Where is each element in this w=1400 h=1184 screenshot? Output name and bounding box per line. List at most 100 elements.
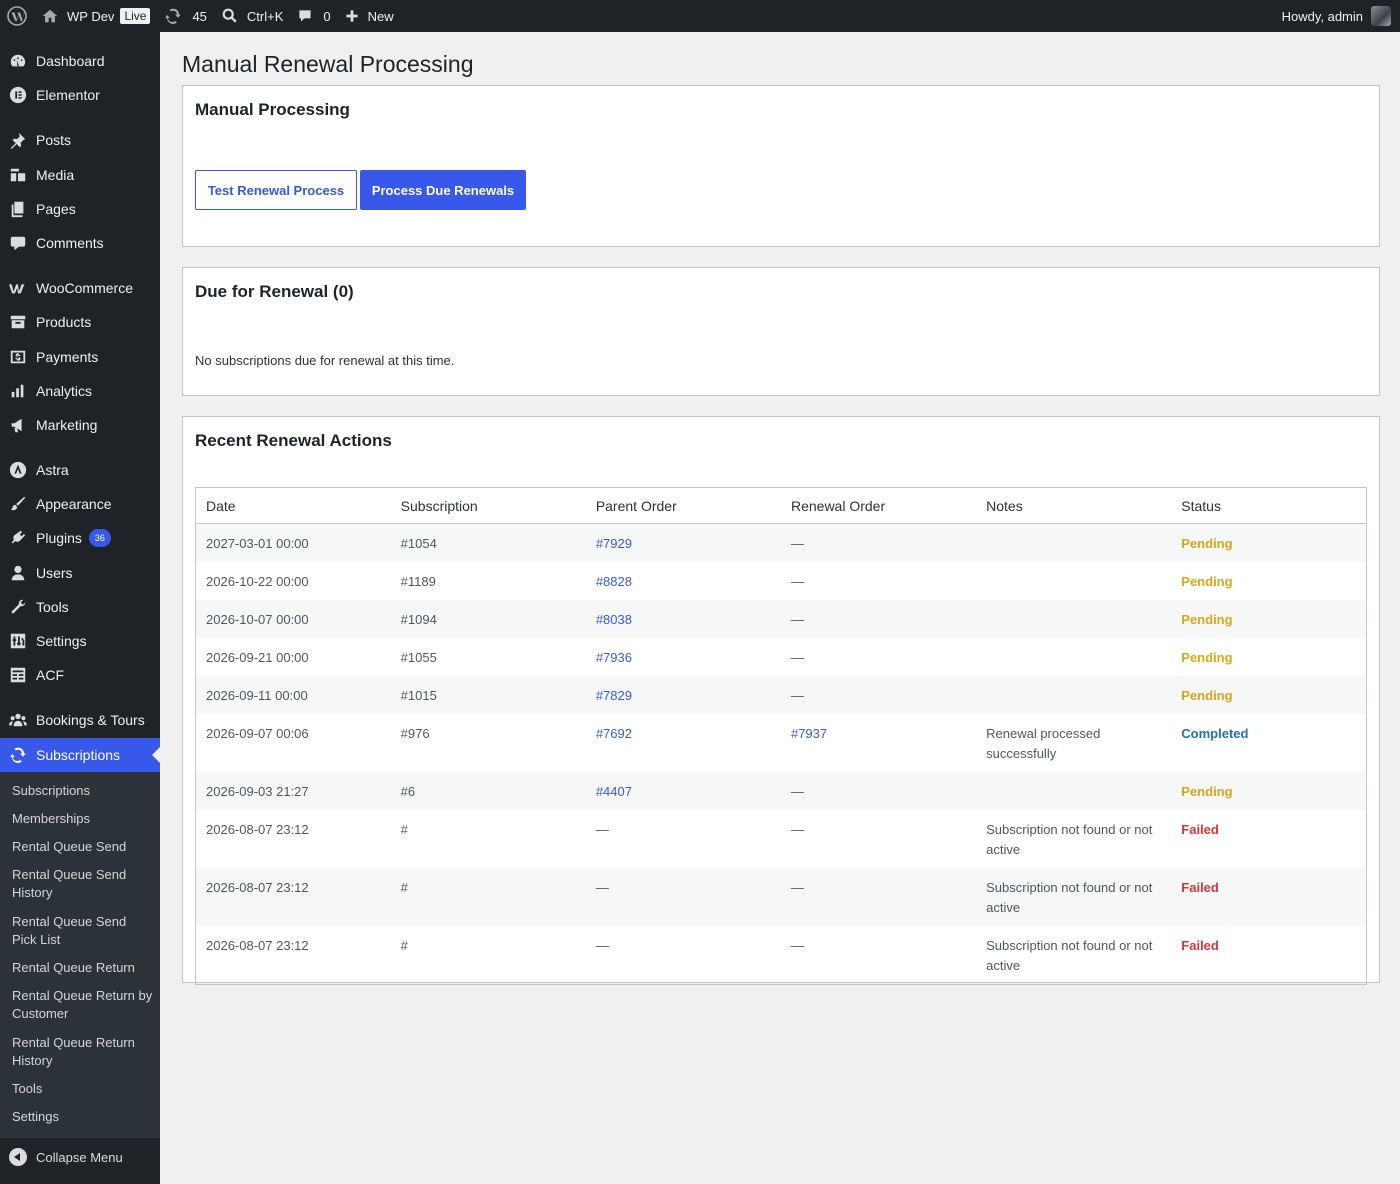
acf-icon <box>10 667 26 683</box>
submenu-item-rental-queue-return-history[interactable]: Rental Queue Return History <box>12 1034 154 1070</box>
woo-icon <box>9 284 25 294</box>
notes-text: Subscription not found or not active <box>986 822 1153 857</box>
site-name-menu[interactable]: WP Dev Live <box>34 0 157 32</box>
test-renewal-button[interactable]: Test Renewal Process <box>195 170 357 210</box>
subscription-cell: #1094 <box>390 600 586 638</box>
date-cell: 2026-10-07 00:00 <box>195 600 391 638</box>
submenu-item-memberships[interactable]: Memberships <box>12 810 154 828</box>
sidebar-item-analytics[interactable]: Analytics <box>0 374 160 408</box>
renewal-order-cell: #7937 <box>781 714 976 772</box>
process-due-renewals-button[interactable]: Process Due Renewals <box>360 170 526 210</box>
submenu-item-rental-queue-return-by-customer[interactable]: Rental Queue Return by Customer <box>12 987 154 1023</box>
archive-icon <box>10 315 26 329</box>
collapse-menu-label: Collapse Menu <box>36 1149 123 1165</box>
status-text: Completed <box>1181 726 1249 741</box>
submenu-item-rental-queue-send-history[interactable]: Rental Queue Send History <box>12 866 154 902</box>
sidebar-item-elementor[interactable]: Elementor <box>0 78 160 112</box>
sidebar-item-settings[interactable]: Settings <box>0 624 160 658</box>
renewal-order-text: — <box>790 574 804 589</box>
sidebar-item-label: Subscriptions <box>36 747 121 763</box>
subscription-text: #6 <box>400 784 416 799</box>
notes-cell <box>976 523 1172 562</box>
submenu-item-rental-queue-send-pick-list[interactable]: Rental Queue Send Pick List <box>12 913 154 949</box>
new-content-menu[interactable]: New <box>338 0 401 32</box>
sidebar-item-marketing[interactable]: Marketing <box>0 408 160 442</box>
status-cell: Pending <box>1171 772 1367 810</box>
renewal-order-link[interactable]: #7937 <box>791 726 827 741</box>
date-text: 2026-09-11 00:00 <box>206 688 308 703</box>
updates-menu[interactable]: 45 <box>157 0 213 32</box>
megaphone-icon <box>11 418 22 433</box>
parent-order-cell: — <box>586 926 781 985</box>
submenu-item-settings[interactable]: Settings <box>12 1108 154 1126</box>
sidebar-item-woocommerce[interactable]: WooCommerce <box>0 271 160 305</box>
sidebar-item-users[interactable]: Users <box>0 556 160 590</box>
sidebar-item-products[interactable]: Products <box>0 305 160 339</box>
renewal-order-text: — <box>790 822 804 837</box>
submenu-item-subscriptions[interactable]: Subscriptions <box>12 782 154 800</box>
submenu-item-tools[interactable]: Tools <box>12 1080 154 1098</box>
sidebar-item-plugins[interactable]: Plugins 36 <box>0 521 160 555</box>
admin-sidebar: Dashboard Elementor Posts Media Pages Co… <box>0 32 160 1184</box>
comment-icon <box>10 236 26 251</box>
sidebar-item-dashboard[interactable]: Dashboard <box>0 44 160 78</box>
column-header-parent-order: Parent Order <box>585 487 781 524</box>
updates-count: 45 <box>192 8 207 24</box>
table-row: 2026-08-07 23:12 # — — Subscription not foun… <box>195 868 1367 926</box>
comments-menu[interactable]: 0 <box>290 0 337 32</box>
sidebar-item-pages[interactable]: Pages <box>0 192 160 226</box>
command-search[interactable]: Ctrl+K <box>214 0 290 32</box>
parent-order-link[interactable]: #8828 <box>596 574 632 589</box>
sidebar-item-appearance[interactable]: Appearance <box>0 487 160 521</box>
parent-order-link[interactable]: #7692 <box>596 726 632 741</box>
parent-order-cell: #7929 <box>585 523 781 562</box>
sidebar-item-payments[interactable]: Payments <box>0 340 160 374</box>
recent-renewal-actions-heading: Recent Renewal Actions <box>195 431 392 450</box>
sidebar-item-astra[interactable]: Astra <box>0 453 160 487</box>
sidebar-item-acf[interactable]: ACF <box>0 658 160 692</box>
recent-renewal-actions-card: Recent Renewal Actions Date Subscription… <box>182 416 1380 985</box>
sidebar-item-comments[interactable]: Comments <box>0 226 160 260</box>
subscription-cell: #6 <box>390 772 586 810</box>
my-account-menu[interactable]: Howdy, admin <box>1282 0 1400 32</box>
sliders-icon <box>10 633 26 649</box>
pages-icon <box>11 201 24 218</box>
renewal-order-cell: — <box>781 926 976 985</box>
wordpress-logo-icon[interactable] <box>0 0 34 32</box>
collapse-menu-button[interactable]: Collapse Menu <box>0 1140 160 1174</box>
parent-order-link[interactable]: #7829 <box>596 688 632 703</box>
submenu-item-rental-queue-return[interactable]: Rental Queue Return <box>12 959 154 977</box>
date-cell: 2026-09-07 00:06 <box>196 714 391 772</box>
date-text: 2026-08-07 23:12 <box>206 880 309 895</box>
date-text: 2026-10-22 00:00 <box>206 574 309 589</box>
sidebar-item-subscriptions[interactable]: Subscriptions <box>0 738 160 772</box>
parent-order-link[interactable]: #7936 <box>596 650 632 665</box>
parent-order-link[interactable]: #7929 <box>596 536 632 551</box>
manual-processing-heading: Manual Processing <box>195 100 350 119</box>
status-text: Failed <box>1181 822 1219 837</box>
parent-order-link[interactable]: #8038 <box>596 612 632 627</box>
plugin-icon <box>11 530 26 544</box>
search-icon <box>222 8 237 23</box>
sidebar-item-posts[interactable]: Posts <box>0 123 160 157</box>
sidebar-item-tools[interactable]: Tools <box>0 590 160 624</box>
live-badge: Live <box>120 8 151 24</box>
renewals-table-body: 2027-03-01 00:00 #1054 #7929— Pending 2026-1… <box>195 523 1367 985</box>
date-text: 2026-10-07 00:00 <box>206 612 309 627</box>
subscription-cell: #1189 <box>391 562 586 600</box>
update-icon <box>10 747 26 763</box>
status-cell: Pending <box>1171 676 1367 714</box>
search-shortcut: Ctrl+K <box>246 8 284 24</box>
date-cell: 2026-08-07 23:12 <box>196 926 391 985</box>
sidebar-item-bookings-tours[interactable]: Bookings & Tours <box>0 703 160 737</box>
sidebar-item-media[interactable]: Media <box>0 158 160 192</box>
parent-order-link[interactable]: #4407 <box>596 784 632 799</box>
status-text: Failed <box>1181 880 1219 895</box>
notes-cell <box>976 772 1172 810</box>
submenu-item-rental-queue-send[interactable]: Rental Queue Send <box>12 838 154 856</box>
renewal-order-text: — <box>790 880 804 895</box>
renewal-order-cell: — <box>780 772 977 810</box>
sidebar-item-label: Products <box>36 314 92 330</box>
admin-bar: WP Dev Live 45 Ctrl+K 0 New Howdy, admin <box>0 0 1400 32</box>
renewal-order-cell: — <box>781 562 976 600</box>
